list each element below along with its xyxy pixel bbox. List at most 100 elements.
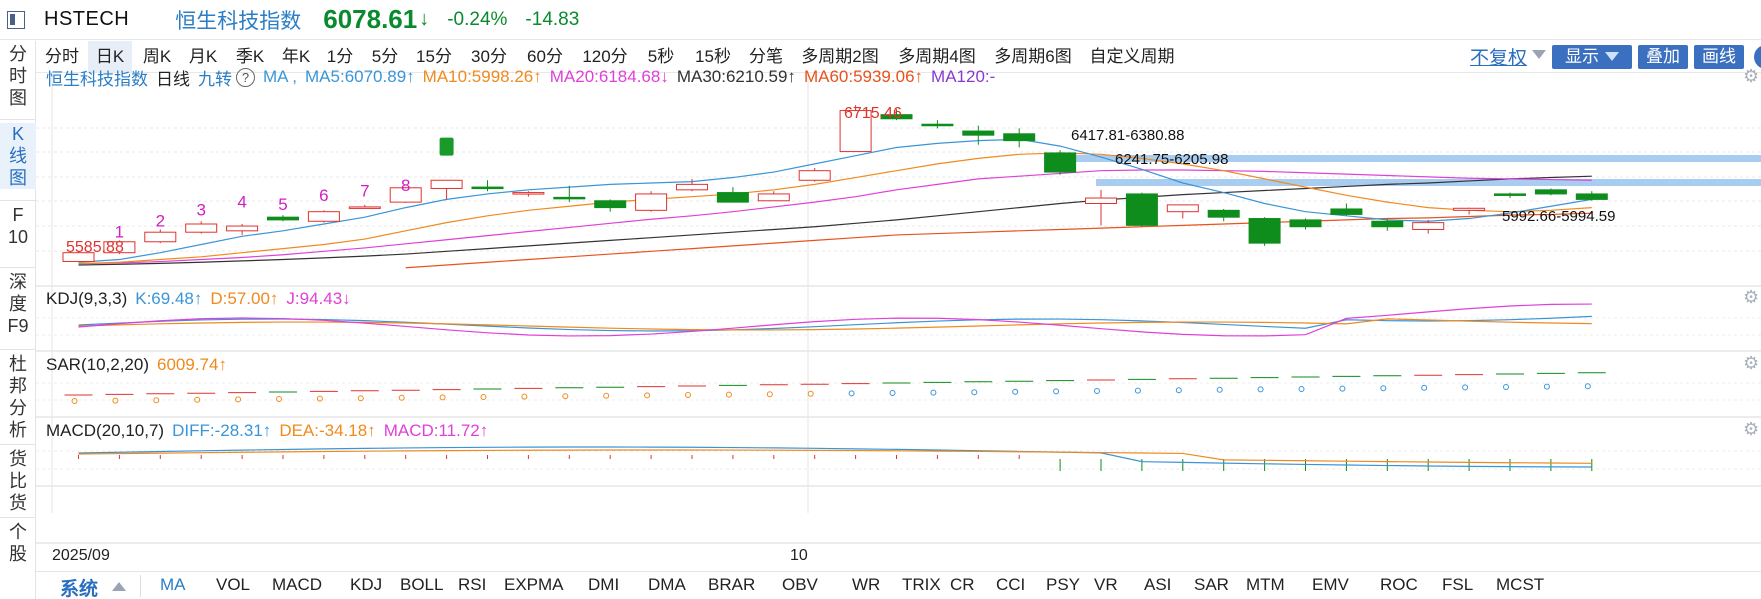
macd-settings-gear-icon[interactable]: ⚙ xyxy=(1743,420,1761,438)
chart-area[interactable]: 1234567895585.886715.466417.81-6380.8862… xyxy=(36,67,1761,571)
macd-name: MACD(20,10,7) xyxy=(46,421,165,440)
left-nav-label-line: 图 xyxy=(9,88,27,108)
candle-body xyxy=(716,192,749,203)
indicator-tab-trix[interactable]: TRIX xyxy=(902,575,941,595)
sar-dot xyxy=(480,394,487,400)
candle-body xyxy=(1453,207,1486,211)
left-nav-item-3[interactable]: 深度 F9 xyxy=(0,271,36,337)
left-nav-item-2[interactable]: F 10 xyxy=(0,204,36,248)
left-nav-divider xyxy=(0,267,36,268)
stock-name[interactable]: 恒生科技指数 xyxy=(175,5,301,35)
legend-ma120: MA120:- xyxy=(931,67,996,86)
indicator-tab-expma[interactable]: EXPMA xyxy=(504,575,564,595)
left-nav-divider xyxy=(0,119,36,120)
sar-dot xyxy=(725,391,732,398)
indicator-tab-ma[interactable]: MA xyxy=(160,575,186,595)
kdj-settings-gear-icon[interactable]: ⚙ xyxy=(1743,288,1761,306)
chevron-down-icon[interactable] xyxy=(1532,50,1546,59)
candle-body xyxy=(553,196,586,200)
left-nav-label-line: F9 xyxy=(7,316,29,336)
legend-ma30: MA30:6210.59↑ xyxy=(676,67,796,86)
main-settings-gear-icon[interactable]: ⚙ xyxy=(1743,67,1761,85)
indicator-tab-vr[interactable]: VR xyxy=(1094,575,1118,595)
overlay-button[interactable]: 叠加 xyxy=(1638,45,1688,69)
tab-divider xyxy=(140,575,141,597)
sar-dot xyxy=(1094,388,1100,394)
candle-body xyxy=(471,186,504,190)
kline-chart[interactable]: 1234567895585.886715.466417.81-6380.8862… xyxy=(36,73,1761,571)
indicator-tab-vol[interactable]: VOL xyxy=(216,575,250,595)
sar-dot xyxy=(1380,385,1387,392)
low-price-label: 5585.88 xyxy=(66,239,124,256)
sar-settings-gear-icon[interactable]: ⚙ xyxy=(1743,354,1761,372)
seq-number: 5 xyxy=(278,195,287,214)
indicator-tab-kdj[interactable]: KDJ xyxy=(350,575,382,595)
help-icon[interactable]: ? xyxy=(236,67,255,87)
title-bar: HSTECH 恒生科技指数 6078.61 ↓ -0.24% -14.83 xyxy=(0,0,1761,40)
kdj-j: J:94.43↓ xyxy=(286,289,351,308)
seq-number: 8 xyxy=(401,176,410,195)
candle-body xyxy=(307,211,340,222)
indicator-tab-dma[interactable]: DMA xyxy=(648,575,686,595)
sar-dot xyxy=(766,391,773,398)
sar-dot xyxy=(971,389,978,396)
indicator-tab-sar[interactable]: SAR xyxy=(1194,575,1229,595)
indicator-tab-psy[interactable]: PSY xyxy=(1046,575,1080,595)
left-nav-item-0[interactable]: 分时图 xyxy=(0,43,36,109)
indicator-tab-mtm[interactable]: MTM xyxy=(1246,575,1285,595)
legend-jiuzhuan[interactable]: 九转 xyxy=(198,65,232,90)
seq-number: 2 xyxy=(156,211,165,230)
indicator-tab-roc[interactable]: ROC xyxy=(1380,575,1418,595)
zone-label: 6417.81-6380.88 xyxy=(1071,127,1184,144)
system-menu[interactable]: 系统 xyxy=(60,574,98,599)
candle-body xyxy=(348,206,381,209)
candle-body xyxy=(1003,133,1036,142)
sar-dot xyxy=(1584,383,1591,390)
candle-body xyxy=(185,223,218,233)
indicator-tab-asi[interactable]: ASI xyxy=(1144,575,1171,595)
candle-body xyxy=(1289,219,1322,228)
candle-body xyxy=(635,193,668,211)
kdj-name: KDJ(9,3,3) xyxy=(46,289,128,308)
candle-body xyxy=(798,170,831,181)
left-nav-label-line: 图 xyxy=(9,168,27,188)
candle-body xyxy=(594,200,627,209)
indicator-tab-emv[interactable]: EMV xyxy=(1312,575,1349,595)
candle-body xyxy=(921,123,954,127)
indicator-tab-boll[interactable]: BOLL xyxy=(400,575,443,595)
left-nav-label-line: 度 xyxy=(9,294,27,314)
overlay-button-label: 叠加 xyxy=(1646,47,1680,66)
left-nav-item-5[interactable]: 货比货 xyxy=(0,448,36,514)
indicator-tab-cr[interactable]: CR xyxy=(950,575,975,595)
indicator-tab-obv[interactable]: OBV xyxy=(782,575,818,595)
left-nav-item-6[interactable]: 个股 xyxy=(0,521,36,565)
adjust-mode-dropdown[interactable]: 不复权 xyxy=(1470,43,1527,70)
left-nav-label-line: 10 xyxy=(7,227,29,247)
left-nav-label-line: 深 xyxy=(9,272,27,292)
chevron-up-icon[interactable] xyxy=(112,582,126,591)
indicator-tab-rsi[interactable]: RSI xyxy=(458,575,486,595)
left-nav-label-line: K xyxy=(11,124,24,144)
indicator-tab-dmi[interactable]: DMI xyxy=(588,575,619,595)
indicator-tab-macd[interactable]: MACD xyxy=(272,575,322,595)
display-button[interactable]: 显示 xyxy=(1552,45,1632,69)
indicator-tab-mcst[interactable]: MCST xyxy=(1496,575,1544,595)
indicator-tab-fsl[interactable]: FSL xyxy=(1442,575,1473,595)
sar-dot xyxy=(1053,388,1060,395)
ma30-line xyxy=(78,175,1592,266)
indicator-tab-cci[interactable]: CCI xyxy=(996,575,1025,595)
candle-body xyxy=(757,193,790,202)
left-nav-item-1[interactable]: K线图 xyxy=(0,123,36,189)
indicator-tab-wr[interactable]: WR xyxy=(852,575,880,595)
sar-dot xyxy=(235,396,242,403)
chevron-down-icon xyxy=(1605,52,1619,61)
draw-line-button[interactable]: 画线 xyxy=(1694,45,1744,69)
sar-dot xyxy=(398,394,405,401)
indicator-tab-brar[interactable]: BRAR xyxy=(708,575,755,595)
candle-body xyxy=(1207,209,1240,218)
sidebar-toggle-icon xyxy=(7,10,25,29)
candle-body xyxy=(962,130,995,136)
left-nav-item-4[interactable]: 杜邦分析 xyxy=(0,353,36,441)
sidebar-toggle-button[interactable] xyxy=(0,0,32,40)
period-tab-18[interactable]: 自定义周期 xyxy=(1084,41,1180,72)
